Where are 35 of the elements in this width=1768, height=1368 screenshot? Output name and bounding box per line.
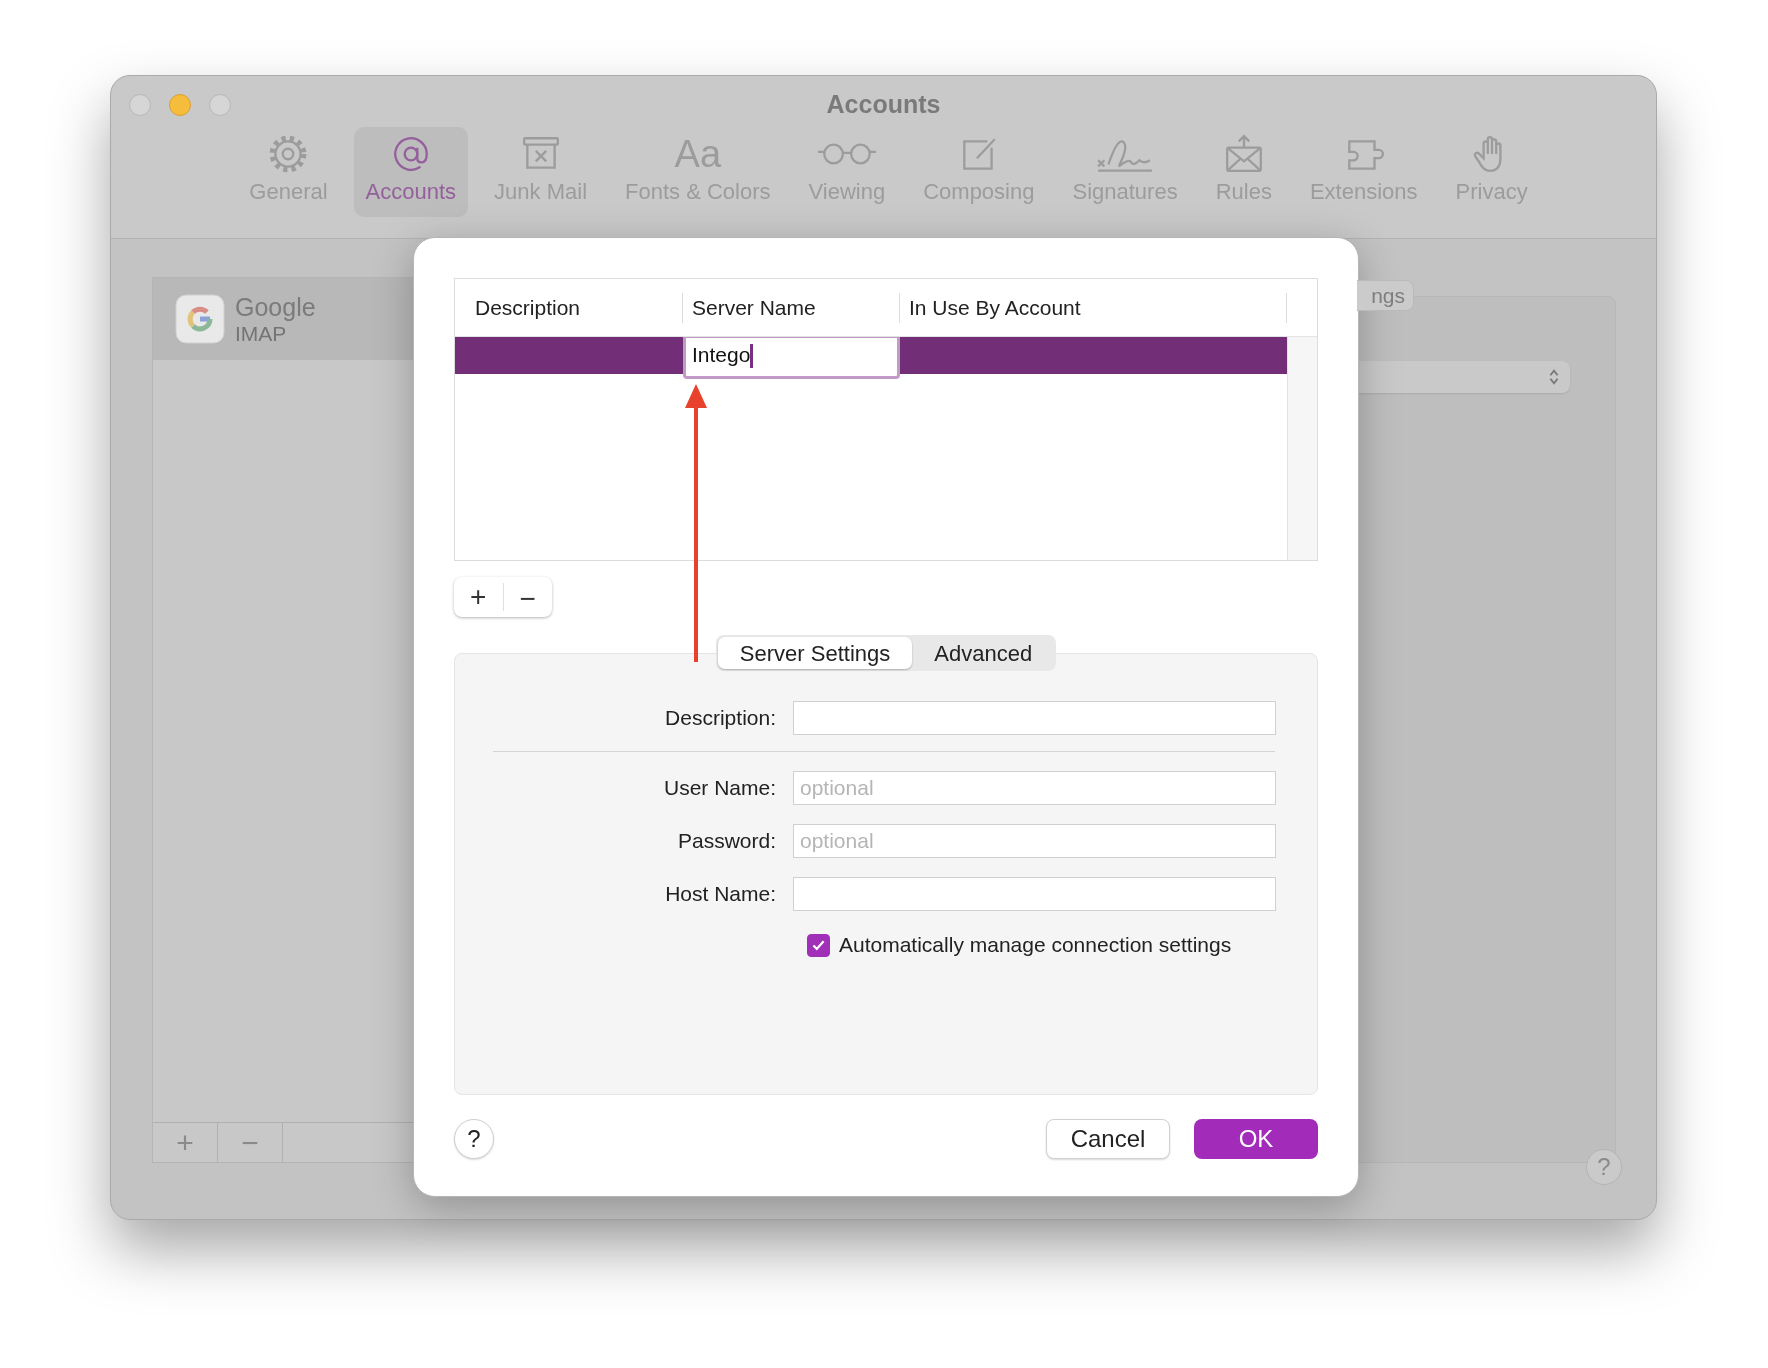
input-field[interactable]: optional — [793, 771, 1276, 805]
zoom-icon[interactable] — [209, 94, 231, 116]
field-label: Host Name: — [664, 882, 777, 906]
checkbox-label: Automatically manage connection settings — [839, 933, 1232, 957]
dropdown[interactable] — [1358, 361, 1570, 393]
remove-button[interactable]: − — [502, 583, 552, 611]
help-button[interactable]: ? — [1586, 1149, 1622, 1185]
column-header[interactable]: Description — [455, 292, 683, 323]
cell-edit-field[interactable]: Intego — [683, 337, 900, 379]
input-field[interactable]: optional — [793, 824, 1276, 858]
input-field[interactable] — [793, 701, 1276, 735]
close-icon[interactable] — [129, 94, 151, 116]
add-button[interactable]: + — [454, 577, 503, 617]
column-header[interactable]: In Use By Account — [900, 292, 1287, 323]
google-logo-icon — [175, 294, 225, 344]
account-name: Google — [235, 292, 316, 322]
chevron-icon — [1548, 368, 1560, 386]
field-label: User Name: — [662, 776, 777, 800]
window-title: Accounts — [826, 90, 941, 119]
help-button[interactable]: ? — [454, 1119, 494, 1159]
minimize-icon[interactable] — [169, 94, 191, 116]
add-button[interactable]: + — [153, 1123, 218, 1162]
ok-button[interactable]: OK — [1194, 1119, 1318, 1159]
toolbar-tab[interactable]: Accounts — [353, 127, 469, 217]
cancel-button[interactable]: Cancel — [1046, 1119, 1170, 1159]
checkbox[interactable] — [807, 933, 830, 957]
tab[interactable]: Advanced — [912, 637, 1055, 669]
input-field[interactable] — [793, 877, 1276, 911]
column-header[interactable]: Server Name — [683, 292, 900, 323]
remove-button[interactable]: − — [218, 1123, 283, 1162]
account-type: IMAP — [235, 321, 288, 346]
tab[interactable]: Server Settings — [717, 637, 913, 669]
settings-tab[interactable]: ngs — [1357, 280, 1414, 311]
field-label: Description: — [664, 706, 777, 730]
field-label: Password: — [676, 829, 777, 853]
